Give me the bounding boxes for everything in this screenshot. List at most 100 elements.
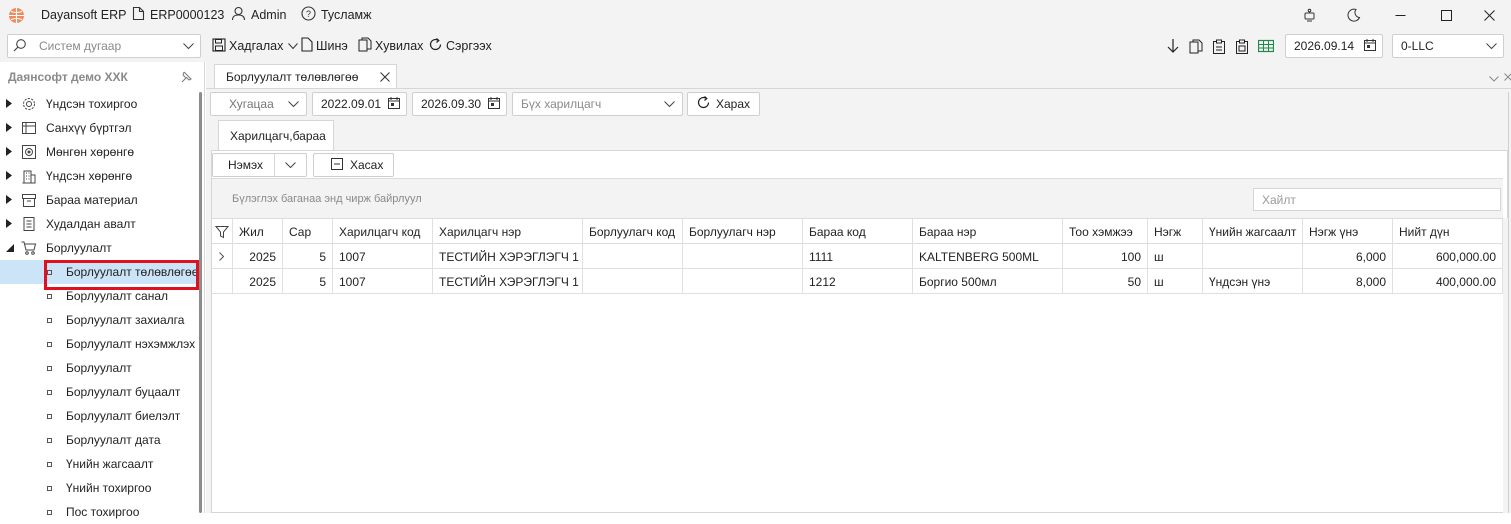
cell-partner-code[interactable]: 1007 <box>333 244 433 269</box>
company-select[interactable]: 0-LLC <box>1392 34 1504 58</box>
sidebar-subitem-sales-invoice[interactable]: Борлуулалт нэхэмжлэх <box>0 332 200 356</box>
cell-unit[interactable]: ш <box>1148 269 1203 294</box>
expand-arrow-icon[interactable] <box>6 145 14 159</box>
cell-quantity[interactable]: 50 <box>1063 269 1148 294</box>
column-header-partner-code[interactable]: Харилцагч код <box>333 219 433 244</box>
close-icon[interactable] <box>380 71 390 85</box>
cell-seller-code[interactable] <box>583 269 683 294</box>
cell-quantity[interactable]: 100 <box>1063 244 1148 269</box>
excel-icon[interactable] <box>1258 34 1277 58</box>
calendar-icon[interactable] <box>488 96 500 112</box>
sidebar-scrollbar[interactable] <box>199 92 202 513</box>
date-from-field[interactable]: 2022.09.01 <box>312 92 407 116</box>
cell-unit-price[interactable]: 8,000 <box>1303 269 1393 294</box>
sidebar-subitem-price-settings[interactable]: Үнийн тохиргоо <box>0 476 200 500</box>
sidebar-subitem-sales-offer[interactable]: Борлуулалт санал <box>0 284 200 308</box>
sidebar-subitem-price-list[interactable]: Үнийн жагсаалт <box>0 452 200 476</box>
chevron-down-icon[interactable] <box>1486 39 1497 53</box>
partner-select[interactable]: Бүх харилцагч <box>512 92 683 116</box>
view-button[interactable]: Харах <box>687 92 760 116</box>
calendar-icon[interactable] <box>388 96 400 112</box>
column-header-seller-code[interactable]: Борлуулагч код <box>583 219 683 244</box>
cell-total[interactable]: 600,000.00 <box>1393 244 1503 269</box>
refresh-button[interactable]: Сэргээх <box>428 34 492 58</box>
theme-moon-icon[interactable] <box>1331 0 1377 30</box>
paste-icon[interactable] <box>1235 34 1252 58</box>
column-header-partner-name[interactable]: Харилцагч нэр <box>433 219 583 244</box>
column-header-month[interactable]: Сар <box>283 219 333 244</box>
robot-icon[interactable] <box>1286 0 1332 30</box>
cell-price-list[interactable]: Үндсэн үнэ <box>1203 269 1303 294</box>
cell-partner-name[interactable]: ТЕСТИЙН ХЭРЭГЛЭГЧ 1 <box>433 269 583 294</box>
cell-total[interactable]: 400,000.00 <box>1393 269 1503 294</box>
cell-price-list[interactable] <box>1203 244 1303 269</box>
cell-item-name[interactable]: Боргио 500мл <box>913 269 1063 294</box>
cell-seller-name[interactable] <box>683 269 803 294</box>
cell-partner-name[interactable]: ТЕСТИЙН ХЭРЭГЛЭГЧ 1 <box>433 244 583 269</box>
sidebar-item-cash[interactable]: Мөнгөн хөрөнгө <box>0 140 200 164</box>
current-date-value[interactable]: 2026.09.14 <box>1294 39 1354 53</box>
maximize-button[interactable] <box>1423 0 1469 30</box>
cell-item-code[interactable]: 1111 <box>803 244 913 269</box>
sidebar-subitem-sales[interactable]: Борлуулалт <box>0 356 200 380</box>
copy-button[interactable]: Хувилах <box>358 34 423 58</box>
expand-arrow-icon[interactable] <box>6 169 14 183</box>
sidebar-subitem-pos-settings[interactable]: Пос тохиргоо <box>0 500 200 524</box>
sidebar-item-purchasing[interactable]: Худалдан авалт <box>0 212 200 236</box>
cell-year[interactable]: 2025 <box>233 244 283 269</box>
user-menu[interactable]: Admin <box>231 0 286 30</box>
chevron-down-icon[interactable] <box>664 97 675 111</box>
expand-arrow-icon[interactable] <box>6 193 14 207</box>
cell-month[interactable]: 5 <box>283 269 333 294</box>
app-code[interactable]: ERP0000123 <box>132 0 224 30</box>
minimize-button[interactable] <box>1377 0 1423 30</box>
sidebar-item-sales[interactable]: Борлуулалт <box>0 236 200 260</box>
pin-icon[interactable] <box>180 71 192 86</box>
cell-item-code[interactable]: 1212 <box>803 269 913 294</box>
chevron-down-icon[interactable] <box>285 158 296 172</box>
date-to-field[interactable]: 2026.09.30 <box>412 92 507 116</box>
delete-button[interactable]: Хасах <box>313 153 394 177</box>
expand-arrow-icon[interactable] <box>6 217 14 231</box>
column-header-seller-name[interactable]: Борлуулагч нэр <box>683 219 803 244</box>
current-date-field[interactable]: 2026.09.14 <box>1285 34 1383 58</box>
table-row[interactable]: 2025 5 1007 ТЕСТИЙН ХЭРЭГЛЭГЧ 1 1212 Бор… <box>212 269 1503 294</box>
new-button[interactable]: Шинэ <box>301 34 348 58</box>
column-header-unit-price[interactable]: Нэгж үнэ <box>1303 219 1393 244</box>
close-window-button[interactable] <box>1466 0 1511 30</box>
download-icon[interactable] <box>1166 34 1183 58</box>
tab-sales-plan[interactable]: Борлуулалт төлөвлөгөө <box>214 64 397 88</box>
collapse-arrow-icon[interactable] <box>6 241 14 255</box>
group-panel[interactable]: Бүлэглэх баганаа энд чирж байрлуул Хайлт <box>212 178 1503 218</box>
cell-item-name[interactable]: KALTENBERG 500ML <box>913 244 1063 269</box>
cell-seller-name[interactable] <box>683 244 803 269</box>
column-header-year[interactable]: Жил <box>233 219 283 244</box>
cell-partner-code[interactable]: 1007 <box>333 269 433 294</box>
sidebar-subitem-sales-order[interactable]: Борлуулалт захиалга <box>0 308 200 332</box>
sidebar-subitem-sales-return[interactable]: Борлуулалт буцаалт <box>0 380 200 404</box>
sidebar-item-inventory[interactable]: Бараа материал <box>0 188 200 212</box>
sidebar-subitem-sales-data[interactable]: Борлуулалт дата <box>0 428 200 452</box>
column-header-price-list[interactable]: Үнийн жагсаалт <box>1203 219 1303 244</box>
period-select[interactable]: Хугацаа <box>210 92 307 116</box>
column-header-item-name[interactable]: Бараа нэр <box>913 219 1063 244</box>
cell-year[interactable]: 2025 <box>233 269 283 294</box>
chevron-down-icon[interactable] <box>1489 71 1499 85</box>
table-row[interactable]: 2025 5 1007 ТЕСТИЙН ХЭРЭГЛЭГЧ 1 1111 KAL… <box>212 244 1503 269</box>
cell-month[interactable]: 5 <box>283 244 333 269</box>
sidebar-item-finance[interactable]: Санхүү бүртгэл <box>0 116 200 140</box>
column-header-item-code[interactable]: Бараа код <box>803 219 913 244</box>
tab-partner-item[interactable]: Харилцагч,бараа <box>218 120 334 150</box>
chevron-down-icon[interactable] <box>288 39 301 53</box>
close-icon[interactable] <box>1504 70 1511 84</box>
system-number-search[interactable]: Систем дугаар <box>7 34 201 58</box>
filter-icon[interactable] <box>212 219 233 244</box>
save-button[interactable]: Хадгалах <box>212 34 301 58</box>
cell-unit[interactable]: ш <box>1148 244 1203 269</box>
duplicate-icon[interactable] <box>1189 34 1206 58</box>
date-from-value[interactable]: 2022.09.01 <box>321 97 381 111</box>
sidebar-subitem-sales-performance[interactable]: Борлуулалт биелэлт <box>0 404 200 428</box>
add-button[interactable]: Нэмэх <box>212 153 307 177</box>
grid-search-input[interactable]: Хайлт <box>1253 188 1501 211</box>
cell-unit-price[interactable]: 6,000 <box>1303 244 1393 269</box>
